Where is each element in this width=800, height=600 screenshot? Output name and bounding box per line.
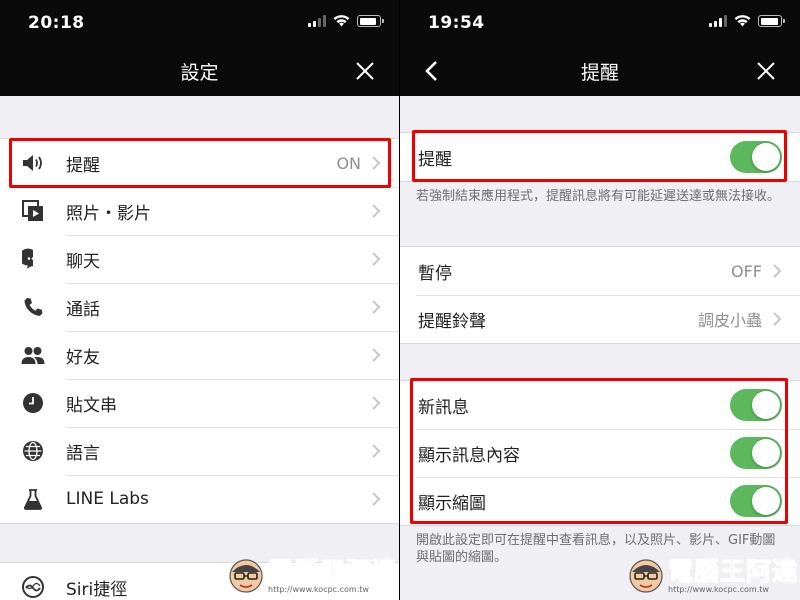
settings-item-label: 貼文串	[66, 395, 117, 416]
nav-bar: 設定	[0, 46, 399, 96]
watermark-url: http://www.kocpc.com.tw	[268, 584, 369, 594]
watermark-title: 電腦王阿達	[267, 556, 399, 586]
settings-item-line-labs[interactable]: LINE Labs	[0, 475, 399, 523]
chevron-right-icon	[372, 396, 381, 410]
signal-icon	[308, 15, 326, 27]
status-bar: 19:54	[400, 0, 800, 46]
settings-list: 提醒 ON 照片・影片 聊天 通話 好友 貼文串 語言 LINE Labs	[0, 138, 399, 524]
row-label: 提醒鈴聲	[418, 311, 486, 332]
toggle-row-new-messages: 新訊息	[400, 381, 800, 429]
settings-screen: 20:18 設定 提醒 ON 照片・影片 聊天 通話 好友 貼文串 語言 LIN…	[0, 0, 400, 600]
settings-item-friends[interactable]: 好友	[0, 331, 399, 379]
signal-icon	[709, 15, 727, 27]
chevron-right-icon	[372, 348, 381, 362]
flask-icon	[0, 475, 66, 523]
row-value: OFF	[731, 261, 762, 281]
settings-item-photos-videos[interactable]: 照片・影片	[0, 187, 399, 235]
settings-item-label: LINE Labs	[66, 489, 149, 509]
watermark: 電腦王阿達 http://www.kocpc.com.tw	[628, 556, 798, 596]
option-row-pause[interactable]: 暫停 OFF	[400, 247, 800, 295]
master-note: 若強制結束應用程式，提醒訊息將有可能延遲送達或無法接收。	[416, 189, 781, 204]
notifications-master-row: 提醒	[400, 133, 800, 181]
new-messages-toggle[interactable]	[730, 389, 782, 421]
system-icons	[709, 15, 785, 27]
settings-item-label: 提醒	[66, 155, 100, 176]
thumbnails-toggle[interactable]	[730, 485, 782, 517]
friends-icon	[0, 331, 66, 379]
page-title: 提醒	[580, 62, 619, 84]
wifi-icon	[333, 15, 350, 27]
battery-icon	[357, 15, 384, 27]
row-label: 暫停	[418, 263, 452, 284]
option-row-sound[interactable]: 提醒鈴聲 調皮小蟲	[400, 295, 800, 343]
settings-item-label: 聊天	[66, 251, 100, 272]
settings-item-language[interactable]: 語言	[0, 427, 399, 475]
media-icon	[0, 187, 66, 235]
chevron-right-icon	[773, 312, 782, 326]
status-bar: 20:18	[0, 0, 399, 46]
row-label: 新訊息	[418, 397, 469, 418]
system-icons	[308, 15, 384, 27]
nav-bar: 提醒	[400, 46, 800, 96]
settings-item-value: ON	[336, 153, 361, 173]
close-icon[interactable]	[754, 59, 778, 83]
row-label: 提醒	[418, 149, 452, 170]
toggles-group: 新訊息 顯示訊息內容 顯示縮圖	[400, 380, 800, 526]
chevron-right-icon	[372, 300, 381, 314]
chevron-right-icon	[372, 156, 381, 170]
settings-item-timeline[interactable]: 貼文串	[0, 379, 399, 427]
toggle-row-message-content: 顯示訊息內容	[400, 429, 800, 477]
wifi-icon	[734, 15, 751, 27]
settings-item-chats[interactable]: 聊天	[0, 235, 399, 283]
chevron-right-icon	[372, 492, 381, 506]
row-label: 顯示訊息內容	[418, 445, 520, 466]
close-icon[interactable]	[353, 59, 377, 83]
message-content-toggle[interactable]	[730, 437, 782, 469]
master-toggle-group: 提醒	[400, 132, 800, 182]
notifications-screen: 19:54 提醒 提醒 若強制結束應用程式，提醒訊息將有可能延遲送達或無法接收。…	[400, 0, 800, 600]
options-group: 暫停 OFF 提醒鈴聲 調皮小蟲	[400, 246, 800, 344]
battery-icon	[758, 15, 785, 27]
page-title: 設定	[180, 62, 219, 84]
phone-icon	[0, 283, 66, 331]
settings-content: 提醒 ON 照片・影片 聊天 通話 好友 貼文串 語言 LINE Labs Si…	[0, 96, 399, 600]
chevron-right-icon	[773, 264, 782, 278]
speaker-icon	[0, 139, 66, 187]
settings-item-calls[interactable]: 通話	[0, 283, 399, 331]
row-label: 顯示縮圖	[418, 493, 486, 514]
notifications-content: 提醒 若強制結束應用程式，提醒訊息將有可能延遲送達或無法接收。 暫停 OFF 提…	[400, 96, 800, 600]
mascot-logo	[229, 559, 263, 593]
status-time: 19:54	[428, 13, 485, 33]
settings-item-notifications[interactable]: 提醒 ON	[0, 139, 399, 187]
chevron-right-icon	[372, 444, 381, 458]
watermark: 電腦王阿達 http://www.kocpc.com.tw	[228, 556, 398, 596]
chat-bubble-icon	[0, 235, 66, 283]
toggle-row-thumbnails: 顯示縮圖	[400, 477, 800, 525]
settings-item-label: 通話	[66, 299, 100, 320]
row-value: 調皮小蟲	[697, 311, 762, 330]
settings-item-label: 好友	[66, 347, 100, 368]
watermark-title: 電腦王阿達	[667, 556, 799, 586]
settings-item-label: 照片・影片	[66, 203, 151, 224]
globe-icon	[0, 427, 66, 475]
clock-icon	[0, 379, 66, 427]
notifications-toggle[interactable]	[730, 141, 782, 173]
settings-item-label: 語言	[66, 443, 100, 464]
chevron-right-icon	[372, 252, 381, 266]
chevron-right-icon	[372, 204, 381, 218]
watermark-url: http://www.kocpc.com.tw	[668, 584, 769, 594]
mascot-logo	[629, 559, 663, 593]
status-time: 20:18	[28, 13, 85, 33]
siri-icon	[0, 563, 66, 600]
